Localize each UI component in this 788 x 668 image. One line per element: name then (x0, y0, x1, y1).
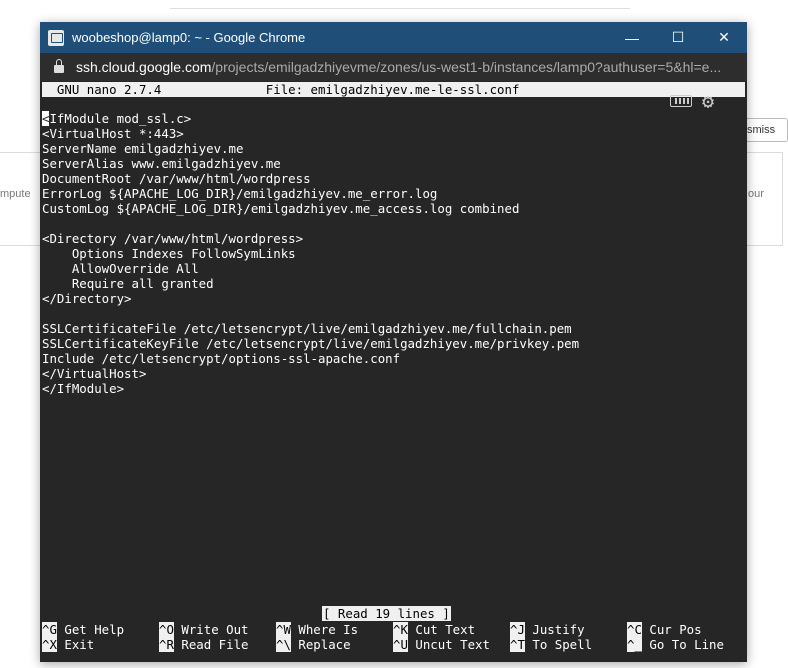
shortcut-key: ^X (42, 637, 57, 652)
shortcut-item[interactable]: ^_ Go To Line (627, 637, 744, 652)
shortcut-key: ^W (276, 622, 291, 637)
lock-icon (54, 59, 64, 73)
window-title: woobeshop@lamp0: ~ - Google Chrome (72, 30, 306, 45)
editor-line: <IfModule mod_ssl.c> (42, 111, 742, 126)
shortcut-item[interactable]: ^K Cut Text (393, 622, 510, 637)
window-titlebar[interactable]: woobeshop@lamp0: ~ - Google Chrome — ☐ ✕ (40, 22, 747, 53)
shortcut-key: ^_ (627, 637, 642, 652)
maximize-button[interactable]: ☐ (655, 22, 701, 53)
shortcut-item[interactable]: ^G Get Help (42, 622, 159, 637)
shortcut-item[interactable]: ^T To Spell (510, 637, 627, 652)
editor-line: </VirtualHost> (42, 366, 147, 381)
app-icon (48, 29, 64, 46)
shortcut-key: ^R (159, 637, 174, 652)
background-right-text: our (748, 188, 764, 200)
editor-line: </Directory> (42, 291, 132, 306)
background-divider (170, 0, 630, 9)
editor-line: AllowOverride All (42, 261, 199, 276)
shortcut-label: Uncut Text (407, 637, 490, 652)
address-bar[interactable]: ssh.cloud.google.com/projects/emilgadzhi… (40, 53, 747, 81)
url-host: ssh.cloud.google.com (76, 59, 212, 75)
url-path: /projects/emilgadzhiyevme/zones/us-west1… (211, 59, 722, 75)
shortcut-key: ^\ (276, 637, 291, 652)
background-left-text: mpute (0, 188, 31, 200)
shortcut-item[interactable]: ^C Cur Pos (627, 622, 744, 637)
shortcut-key: ^O (159, 622, 174, 637)
shortcut-row-2: ^X Exit ^R Read File ^\ Replace ^U Uncut Te… (42, 637, 745, 652)
status-message: [ Read 19 lines ] (322, 606, 451, 621)
shortcut-item[interactable]: ^J Justify (510, 622, 627, 637)
shortcut-item[interactable]: ^O Write Out (159, 622, 276, 637)
shortcut-label: Get Help (56, 622, 125, 637)
editor-line: DocumentRoot /var/www/html/wordpress (42, 171, 311, 186)
editor-line: Include /etc/letsencrypt/options-ssl-apa… (42, 351, 401, 366)
editor-line: ServerAlias www.emilgadzhiyev.me (42, 156, 281, 171)
shortcut-label: Cur Pos (641, 622, 702, 637)
shortcut-label: Exit (56, 637, 95, 652)
terminal-tools: ⚙ (670, 91, 714, 111)
dismiss-button[interactable]: smiss (740, 118, 788, 142)
nano-header: GNU nano 2.7.4 File: emilgadzhiyev.me-le… (42, 82, 745, 97)
shortcut-label: Go To Line (641, 637, 724, 652)
editor-line: <VirtualHost *:443> (42, 126, 184, 141)
chrome-ssh-window: woobeshop@lamp0: ~ - Google Chrome — ☐ ✕… (40, 22, 747, 662)
editor-line-text: IfModule mod_ssl.c> (49, 111, 192, 126)
shortcut-key: ^T (510, 637, 525, 652)
window-controls: — ☐ ✕ (609, 22, 747, 53)
shortcut-item[interactable]: ^\ Replace (276, 637, 393, 652)
shortcut-label: Replace (290, 637, 351, 652)
shortcut-item[interactable]: ^R Read File (159, 637, 276, 652)
shortcut-label: Write Out (173, 622, 249, 637)
shortcut-label: Cut Text (407, 622, 476, 637)
shortcut-label: Justify (524, 622, 585, 637)
editor-line: ServerName emilgadzhiyev.me (42, 141, 244, 156)
shortcut-label: Where Is (290, 622, 359, 637)
editor-line: SSLCertificateFile /etc/letsencrypt/live… (42, 321, 572, 336)
shortcut-item[interactable]: ^U Uncut Text (393, 637, 510, 652)
shortcut-item[interactable]: ^W Where Is (276, 622, 393, 637)
minimize-button[interactable]: — (609, 22, 655, 53)
shortcut-label: To Spell (524, 637, 593, 652)
keyboard-icon[interactable] (670, 95, 692, 107)
editor-line: CustomLog ${APACHE_LOG_DIR}/emilgadzhiye… (42, 201, 520, 216)
terminal[interactable]: GNU nano 2.7.4 File: emilgadzhiyev.me-le… (40, 81, 747, 662)
shortcut-key: ^J (510, 622, 525, 637)
editor-line: <Directory /var/www/html/wordpress> (42, 231, 304, 246)
editor-line: SSLCertificateKeyFile /etc/letsencrypt/l… (42, 336, 580, 351)
editor-line: Require all granted (42, 276, 214, 291)
shortcut-item[interactable]: ^X Exit (42, 637, 159, 652)
shortcut-key: ^U (393, 637, 408, 652)
shortcut-row-1: ^G Get Help ^O Write Out ^W Where Is ^K Cut… (42, 622, 745, 637)
editor-buffer[interactable]: <IfModule mod_ssl.c> <VirtualHost *:443> S… (42, 111, 742, 396)
editor-line: ErrorLog ${APACHE_LOG_DIR}/emilgadzhiyev… (42, 186, 438, 201)
gear-icon[interactable]: ⚙ (702, 91, 714, 111)
editor-line: </IfModule> (42, 381, 125, 396)
shortcut-key: ^C (627, 622, 642, 637)
shortcut-bar: ^G Get Help ^O Write Out ^W Where Is ^K Cut… (42, 622, 745, 652)
close-button[interactable]: ✕ (701, 22, 747, 53)
editor-line: Options Indexes FollowSymLinks (42, 246, 296, 261)
shortcut-label: Read File (173, 637, 249, 652)
shortcut-key: ^G (42, 622, 57, 637)
shortcut-key: ^K (393, 622, 408, 637)
